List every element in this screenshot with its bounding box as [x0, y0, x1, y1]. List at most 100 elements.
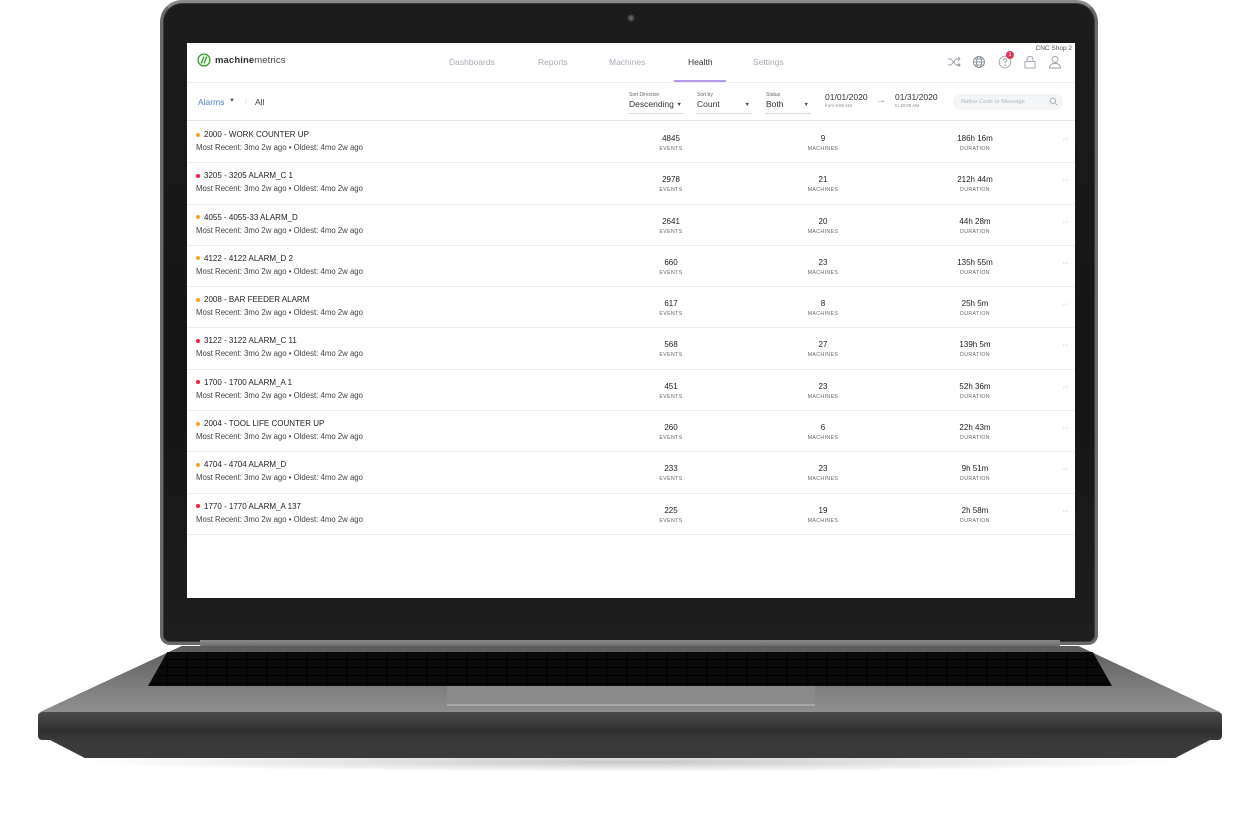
duration-metric: 135h 55m DURATION — [935, 258, 1015, 276]
alarm-row[interactable]: 1770 - 1770 ALARM_A 137 Most Recent: 3mo… — [187, 494, 1075, 535]
alarm-row[interactable]: 2008 - BAR FEEDER ALARM Most Recent: 3mo… — [187, 287, 1075, 329]
alarm-row[interactable]: 3205 - 3205 ALARM_C 1 Most Recent: 3mo 2… — [187, 163, 1075, 205]
sort-by-select[interactable]: Sort by Count ▼ — [696, 92, 752, 114]
nav-reports[interactable]: Reports — [538, 57, 568, 67]
alarm-title-text: 1700 - 1700 ALARM_A 1 — [204, 377, 293, 387]
search-input[interactable] — [961, 97, 1049, 107]
duration-value: 139h 5m — [959, 340, 991, 350]
duration-label: DURATION — [960, 187, 990, 194]
more-options-icon[interactable]: ··· — [1063, 177, 1069, 184]
more-options-icon[interactable]: ··· — [1063, 136, 1069, 143]
events-label: EVENTS — [659, 352, 683, 359]
nav-machines[interactable]: Machines — [609, 57, 645, 67]
alarm-row[interactable]: 2000 - WORK COUNTER UP Most Recent: 3mo … — [187, 122, 1075, 164]
alarm-title[interactable]: 4055 - 4055-33 ALARM_D — [196, 213, 298, 222]
sort-direction-label: Sort Direction — [629, 92, 660, 98]
laptop-bottom — [50, 740, 1210, 758]
events-metric: 617 EVENTS — [631, 299, 711, 317]
alarm-recency: Most Recent: 3mo 2w ago • Oldest: 4mo 2w… — [196, 266, 363, 276]
more-options-icon[interactable]: ··· — [1063, 342, 1069, 349]
alarm-title[interactable]: 3205 - 3205 ALARM_C 1 — [196, 171, 293, 180]
duration-metric: 139h 5m DURATION — [935, 340, 1015, 358]
events-count: 233 — [664, 464, 678, 474]
machines-metric: 19 MACHINES — [783, 506, 863, 524]
events-metric: 451 EVENTS — [631, 382, 711, 400]
status-label: Status — [766, 92, 781, 98]
events-label: EVENTS — [659, 269, 683, 276]
top-navigation: machinemetrics Dashboards Reports Machin… — [187, 43, 1075, 83]
machines-label: MACHINES — [807, 228, 839, 235]
machines-label: MACHINES — [807, 517, 839, 524]
search-icon[interactable] — [1049, 97, 1058, 106]
help-button[interactable]: 1 — [998, 51, 1014, 69]
alarm-title[interactable]: 2004 - TOOL LIFE COUNTER UP — [196, 419, 324, 428]
alarm-title[interactable]: 2008 - BAR FEEDER ALARM — [196, 295, 309, 304]
alarm-row[interactable]: 2004 - TOOL LIFE COUNTER UP Most Recent:… — [187, 411, 1075, 453]
brand-logo[interactable]: machinemetrics — [197, 53, 286, 67]
caret-down-icon: ▼ — [744, 102, 750, 108]
machines-metric: 20 MACHINES — [783, 217, 863, 235]
duration-label: DURATION — [960, 476, 990, 483]
events-metric: 225 EVENTS — [631, 506, 711, 524]
date-to[interactable]: 01/31/2020 to 10:00 AM — [895, 92, 938, 108]
more-options-icon[interactable]: ··· — [1063, 301, 1069, 308]
sort-direction-select[interactable]: Sort Direction Descending ▼ — [628, 92, 684, 114]
machines-metric: 21 MACHINES — [783, 175, 863, 193]
alarm-title[interactable]: 2000 - WORK COUNTER UP — [196, 130, 309, 139]
events-label: EVENTS — [659, 435, 683, 442]
alarm-title-text: 4055 - 4055-33 ALARM_D — [204, 212, 298, 222]
duration-value: 135h 55m — [957, 257, 993, 267]
nav-dashboards[interactable]: Dashboards — [449, 57, 495, 67]
nav-settings[interactable]: Settings — [753, 57, 784, 67]
alarm-title-text: 4704 - 4704 ALARM_D — [204, 460, 287, 470]
more-options-icon[interactable]: ··· — [1063, 466, 1069, 473]
alarm-row[interactable]: 3122 - 3122 ALARM_C 11 Most Recent: 3mo … — [187, 328, 1075, 370]
alarm-title[interactable]: 1770 - 1770 ALARM_A 137 — [196, 502, 301, 511]
more-options-icon[interactable]: ··· — [1063, 219, 1069, 226]
breadcrumb-alarms[interactable]: Alarms — [198, 97, 224, 107]
duration-label: DURATION — [960, 146, 990, 152]
severity-dot-icon — [196, 380, 200, 385]
user-button[interactable] — [1048, 55, 1062, 69]
alarm-row[interactable]: 4122 - 4122 ALARM_D 2 Most Recent: 3mo 2… — [187, 246, 1075, 288]
alarm-recency: Most Recent: 3mo 2w ago • Oldest: 4mo 2w… — [196, 432, 363, 442]
more-options-icon[interactable]: ··· — [1063, 260, 1069, 267]
machines-metric: 9 MACHINES — [783, 134, 863, 152]
machines-count: 19 — [818, 505, 828, 515]
events-metric: 2641 EVENTS — [631, 217, 711, 235]
alarm-row[interactable]: 4055 - 4055-33 ALARM_D Most Recent: 3mo … — [187, 205, 1075, 246]
more-options-icon[interactable]: ··· — [1063, 508, 1069, 515]
webcam — [627, 14, 635, 22]
alarm-title[interactable]: 4704 - 4704 ALARM_D — [196, 460, 286, 469]
alarm-recency: Most Recent: 3mo 2w ago • Oldest: 4mo 2w… — [196, 143, 363, 152]
globe-button[interactable] — [972, 55, 986, 69]
events-metric: 568 EVENTS — [631, 340, 711, 358]
alarm-list: 2000 - WORK COUNTER UP Most Recent: 3mo … — [187, 122, 1075, 535]
alarm-title[interactable]: 1700 - 1700 ALARM_A 1 — [196, 378, 292, 387]
alarm-row[interactable]: 4704 - 4704 ALARM_D Most Recent: 3mo 2w … — [187, 452, 1075, 494]
arrow-right-icon: → — [876, 95, 886, 106]
alarm-title[interactable]: 3122 - 3122 ALARM_C 11 — [196, 336, 297, 345]
shuffle-button[interactable] — [947, 55, 961, 69]
machines-count: 23 — [818, 464, 828, 474]
machines-metric: 23 MACHINES — [783, 382, 863, 400]
shop-name[interactable]: CNC Shop 2 — [1036, 45, 1073, 52]
caret-down-icon[interactable]: ▼ — [229, 98, 235, 104]
date-from[interactable]: 01/01/2020 from 9:00 AM — [825, 92, 868, 108]
duration-value: 9h 51m — [961, 464, 989, 474]
nav-health[interactable]: Health — [688, 57, 713, 67]
notification-badge: 1 — [1006, 51, 1014, 59]
search-box[interactable] — [953, 94, 1063, 110]
events-count: 568 — [664, 340, 678, 350]
alarm-title-text: 1770 - 1770 ALARM_A 137 — [204, 501, 301, 511]
status-select[interactable]: Status Both ▼ — [765, 92, 811, 114]
lock-button[interactable] — [1023, 55, 1037, 69]
more-options-icon[interactable]: ··· — [1063, 384, 1069, 391]
more-options-icon[interactable]: ··· — [1063, 425, 1069, 432]
machines-label: MACHINES — [807, 269, 839, 276]
shuffle-icon — [948, 56, 961, 67]
alarm-title[interactable]: 4122 - 4122 ALARM_D 2 — [196, 254, 293, 263]
alarm-row[interactable]: 1700 - 1700 ALARM_A 1 Most Recent: 3mo 2… — [187, 370, 1075, 412]
brand-name-bold: machine — [215, 54, 255, 66]
duration-value: 22h 43m — [959, 423, 991, 433]
